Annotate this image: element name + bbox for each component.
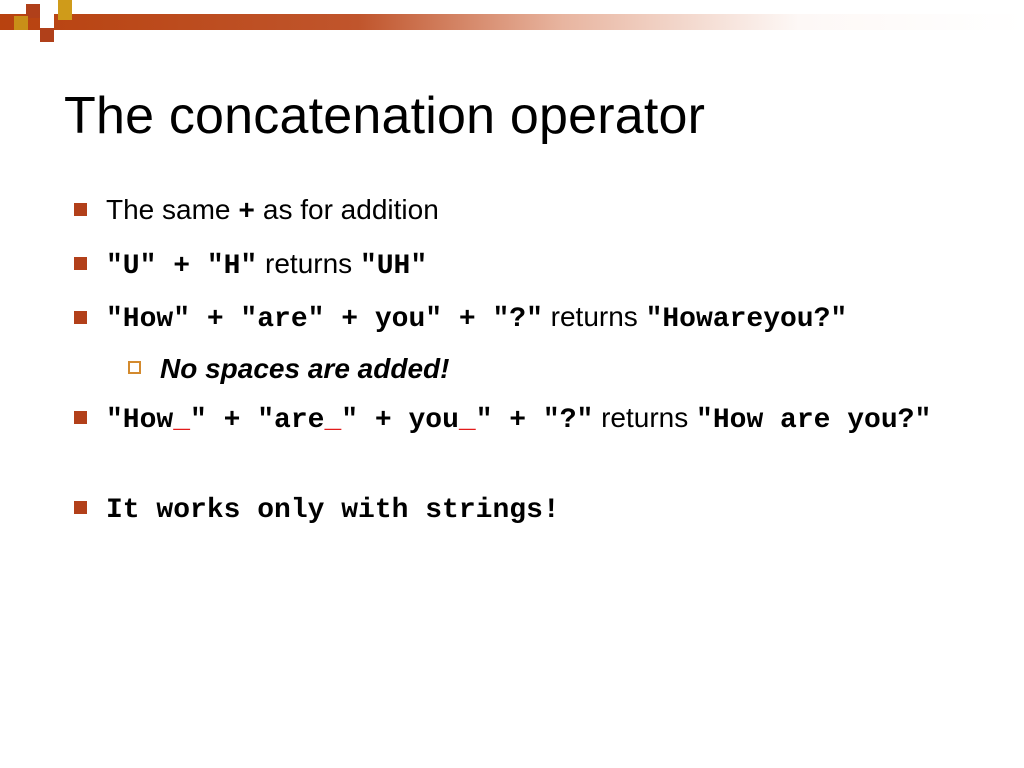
deco-square-icon: [40, 14, 54, 28]
spacer: [74, 452, 976, 488]
code-result: "How are you?": [696, 405, 931, 436]
text: as for addition: [255, 194, 439, 225]
returns-label: returns: [593, 402, 696, 433]
sub-list-item: No spaces are added!: [128, 349, 976, 388]
code-segment: " + you: [341, 405, 459, 436]
header-gradient: [0, 14, 1024, 30]
deco-square-icon: [26, 4, 40, 18]
code-segment: " + "are: [190, 405, 324, 436]
plus-operator: +: [238, 197, 255, 228]
slide-title: The concatenation operator: [64, 86, 976, 146]
underscore-highlight: _: [173, 405, 190, 436]
list-item: "U" + "H" returns "UH": [74, 244, 976, 288]
text: The same: [106, 194, 238, 225]
underscore-highlight: _: [459, 405, 476, 436]
code-result: "UH": [360, 251, 427, 282]
returns-label: returns: [257, 248, 360, 279]
deco-square-icon: [14, 16, 28, 30]
code-segment: " + "?": [476, 405, 594, 436]
list-item: "How" + "are" + you" + "?" returns "Howa…: [74, 297, 976, 388]
slide-content: The concatenation operator The same + as…: [64, 86, 976, 541]
header-decoration: [0, 0, 1024, 44]
bullet-list: The same + as for addition "U" + "H" ret…: [74, 190, 976, 531]
code-expr: "U" + "H": [106, 251, 257, 282]
sub-list: No spaces are added!: [128, 349, 976, 388]
code-segment: "How: [106, 405, 173, 436]
deco-square-icon: [40, 28, 54, 42]
list-item: "How_" + "are_" + you_" + "?" returns "H…: [74, 398, 976, 442]
code-expr: "How" + "are" + you" + "?": [106, 304, 543, 335]
emphasis-text: It works only with strings!: [106, 495, 560, 526]
list-item: It works only with strings!: [74, 488, 976, 532]
returns-label: returns: [543, 301, 646, 332]
deco-square-icon: [58, 0, 72, 20]
underscore-highlight: _: [324, 405, 341, 436]
list-item: The same + as for addition: [74, 190, 976, 234]
code-result: "Howareyou?": [646, 304, 848, 335]
